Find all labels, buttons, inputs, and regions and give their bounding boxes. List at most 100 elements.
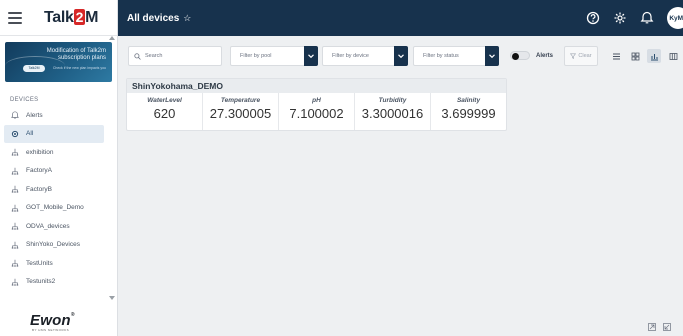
banner-pill: Talk2M (23, 65, 45, 72)
sidebar-item-label: FactoryA (26, 167, 53, 175)
metric-label: Turbidity (378, 97, 407, 104)
bell-icon (10, 110, 20, 120)
network-icon (10, 221, 20, 231)
network-icon (10, 203, 20, 213)
logo-number: 2 (73, 8, 86, 25)
sidebar-header: Talk 2 M (0, 0, 117, 36)
help-icon[interactable] (586, 11, 600, 25)
device-card[interactable]: ShinYokohama_DEMO WaterLevel 620 Tempera… (126, 78, 507, 131)
chart-view-icon[interactable] (647, 49, 661, 63)
filter-by-pool-select[interactable]: Filter by pool (230, 46, 318, 66)
notifications-bell-icon[interactable] (640, 11, 654, 25)
metric-value: 620 (153, 106, 176, 121)
favorite-star-icon[interactable]: ☆ (183, 13, 191, 24)
filter-by-device-select[interactable]: Filter by device (322, 46, 408, 66)
chevron-down-icon (304, 46, 318, 66)
filter-status-label: Filter by status (423, 53, 459, 59)
registered-mark: ® (70, 312, 75, 318)
metric-waterlevel: WaterLevel 620 (127, 93, 203, 130)
view-switcher (609, 49, 683, 63)
metric-salinity: Salinity 3.699999 (431, 93, 506, 130)
subscription-banner[interactable]: Modification of Talk2m subscription plan… (5, 42, 112, 82)
network-icon (10, 166, 20, 176)
search-placeholder: Search (145, 53, 163, 59)
sidebar-item-got-mobile-demo[interactable]: GOT_Mobile_Demo (4, 199, 104, 218)
filter-by-status-select[interactable]: Filter by status (413, 46, 499, 66)
collapse-icon[interactable] (647, 322, 656, 331)
device-metrics: WaterLevel 620 Temperature 27.300005 pH … (127, 93, 506, 130)
talk2m-logo[interactable]: Talk 2 M (44, 8, 99, 27)
sidebar-item-label: ShinYoko_Devices (26, 241, 80, 249)
metric-ph: pH 7.100002 (279, 93, 355, 130)
clear-label: Clear (578, 53, 592, 59)
sidebar-item-testunits[interactable]: TestUnits (4, 254, 104, 273)
network-icon (10, 277, 20, 287)
metric-value: 3.699999 (441, 106, 496, 121)
banner-subtext: Check if the new plan impacts you (52, 66, 106, 70)
gear-icon[interactable] (613, 11, 627, 25)
sidebar-item-exhibition[interactable]: exhibition (4, 143, 104, 162)
alerts-toggle-switch[interactable] (510, 51, 530, 60)
sidebar-item-label: exhibition (26, 148, 54, 156)
sidebar-item-alerts[interactable]: Alerts (4, 106, 104, 125)
grid-view-icon[interactable] (628, 49, 642, 63)
banner-line-2: subscription plans (57, 55, 106, 61)
search-icon (134, 52, 141, 60)
filter-device-label: Filter by device (332, 53, 369, 59)
alerts-toggle-label: Alerts (536, 52, 554, 59)
ewon-logo-subtext: BY HMS NETWORKS (32, 328, 70, 332)
network-icon (10, 147, 20, 157)
sidebar-scroll-up-icon[interactable] (109, 36, 115, 40)
sidebar-item-label: Testunits2 (26, 278, 56, 286)
network-icon (10, 258, 20, 268)
bottom-right-actions (641, 322, 671, 331)
sidebar-item-testunits2[interactable]: Testunits2 (4, 273, 104, 292)
sidebar-item-label: TestUnits (26, 259, 53, 267)
alerts-toggle[interactable]: Alerts (510, 51, 553, 60)
sidebar-item-all[interactable]: All (4, 124, 104, 143)
metric-value: 7.100002 (289, 106, 344, 121)
filter-pool-label: Filter by pool (240, 53, 272, 59)
sidebar-item-label: All (26, 130, 34, 138)
devices-section-label: DEVICES (10, 97, 39, 103)
list-view-icon[interactable] (609, 49, 623, 63)
chevron-down-icon (394, 46, 408, 66)
metric-label: pH (312, 97, 321, 104)
chevron-down-icon (485, 46, 499, 66)
sidebar-item-label: ODVA_devices (26, 222, 70, 230)
expand-icon[interactable] (662, 322, 671, 331)
network-icon (10, 184, 20, 194)
filter-toolbar: Search Filter by pool Filter by device F… (118, 36, 683, 78)
metric-temperature: Temperature 27.300005 (203, 93, 279, 130)
metric-value: 27.300005 (209, 106, 272, 121)
top-bar: All devices ☆ KyMa (118, 0, 683, 36)
sidebar-item-factorya[interactable]: FactoryA (4, 162, 104, 181)
sidebar-item-odva-devices[interactable]: ODVA_devices (4, 217, 104, 236)
filter-clear-icon (570, 53, 577, 59)
metric-label: Temperature (220, 97, 261, 104)
ewon-logo-text: Ewon (30, 312, 71, 329)
clear-filters-button[interactable]: Clear (564, 46, 598, 66)
hamburger-menu-icon[interactable] (8, 11, 22, 24)
sidebar-item-factoryb[interactable]: FactoryB (4, 180, 104, 199)
sidebar: Talk 2 M Modification of Talk2m subscripti… (0, 0, 118, 336)
search-input[interactable]: Search (128, 46, 222, 66)
logo-suffix: M (85, 8, 99, 26)
sidebar-item-label: GOT_Mobile_Demo (26, 204, 84, 212)
sidebar-item-label: Alerts (26, 111, 43, 119)
columns-view-icon[interactable] (666, 49, 680, 63)
logo-text: Talk (44, 8, 74, 26)
metric-label: WaterLevel (147, 97, 182, 104)
sidebar-item-label: FactoryB (26, 185, 53, 193)
banner-headline: Modification of Talk2m subscription plan… (47, 48, 106, 62)
top-bar-actions: KyMa (586, 0, 683, 36)
user-avatar[interactable]: KyMa (667, 7, 683, 29)
metric-value: 3.3000016 (361, 106, 424, 121)
sidebar-item-shinyoko-devices[interactable]: ShinYoko_Devices (4, 236, 104, 255)
ewon-logo: Ewon® (30, 312, 75, 329)
metric-label: Salinity (456, 97, 481, 104)
network-icon (10, 240, 20, 250)
metric-turbidity: Turbidity 3.3000016 (355, 93, 431, 130)
sidebar-scroll-down-icon[interactable] (109, 296, 115, 300)
device-name[interactable]: ShinYokohama_DEMO (127, 79, 506, 93)
